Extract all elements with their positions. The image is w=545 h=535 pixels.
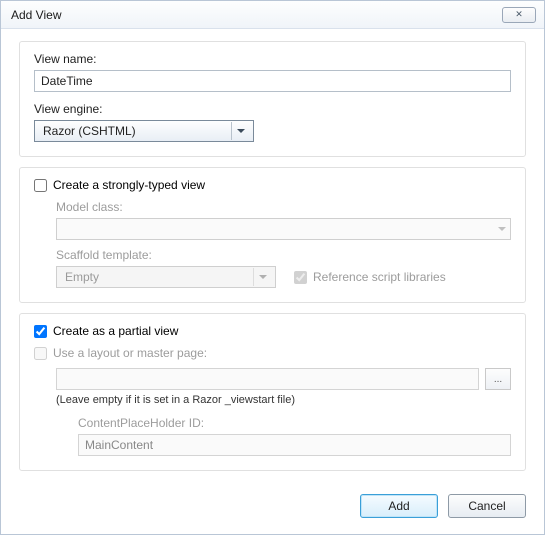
use-layout-row: Use a layout or master page:	[34, 346, 511, 360]
chevron-down-icon	[498, 227, 506, 231]
layout-section: ... (Leave empty if it is set in a Razor…	[56, 368, 511, 456]
cancel-button[interactable]: Cancel	[448, 494, 526, 518]
content-area: View name: View engine: Razor (CSHTML) C…	[1, 29, 544, 484]
add-button[interactable]: Add	[360, 494, 438, 518]
model-class-select	[56, 218, 511, 240]
use-layout-checkbox	[34, 347, 47, 360]
dialog-window: Add View ✕ View name: View engine: Razor…	[0, 0, 545, 535]
strongly-typed-label: Create a strongly-typed view	[53, 178, 205, 192]
scaffold-template-select: Empty	[56, 266, 276, 288]
strongly-typed-checkbox[interactable]	[34, 179, 47, 192]
view-name-input[interactable]	[34, 70, 511, 92]
dialog-buttons: Add Cancel	[1, 484, 544, 534]
partial-layout-group: Create as a partial view Use a layout or…	[19, 313, 526, 471]
view-engine-value: Razor (CSHTML)	[43, 124, 136, 138]
dropdown-button	[231, 122, 249, 140]
partial-view-row[interactable]: Create as a partial view	[34, 324, 511, 338]
reference-scripts-label: Reference script libraries	[313, 270, 446, 284]
reference-scripts-row: Reference script libraries	[294, 270, 446, 284]
model-class-label: Model class:	[56, 200, 511, 214]
partial-view-checkbox[interactable]	[34, 325, 47, 338]
scaffold-template-value: Empty	[65, 270, 99, 284]
layout-path-input	[56, 368, 479, 390]
placeholder-id-label: ContentPlaceHolder ID:	[78, 416, 511, 430]
window-title: Add View	[11, 8, 61, 22]
reference-scripts-checkbox	[294, 271, 307, 284]
chevron-down-icon	[237, 129, 245, 133]
view-engine-select[interactable]: Razor (CSHTML)	[34, 120, 254, 142]
strongly-typed-row[interactable]: Create a strongly-typed view	[34, 178, 511, 192]
partial-view-label: Create as a partial view	[53, 324, 178, 338]
ellipsis-icon: ...	[494, 374, 502, 385]
titlebar: Add View ✕	[1, 1, 544, 29]
chevron-down-icon	[259, 275, 267, 279]
model-section: Model class: Scaffold template: Empty	[56, 200, 511, 288]
use-layout-label: Use a layout or master page:	[53, 346, 207, 360]
close-icon: ✕	[515, 9, 523, 20]
layout-hint: (Leave empty if it is set in a Razor _vi…	[56, 394, 511, 406]
placeholder-id-input	[78, 434, 511, 456]
view-engine-label: View engine:	[34, 102, 511, 116]
browse-button: ...	[485, 368, 511, 390]
scaffold-template-label: Scaffold template:	[56, 248, 511, 262]
dropdown-button	[253, 268, 271, 286]
view-name-group: View name: View engine: Razor (CSHTML)	[19, 41, 526, 157]
view-name-label: View name:	[34, 52, 511, 66]
strongly-typed-group: Create a strongly-typed view Model class…	[19, 167, 526, 303]
placeholder-section: ContentPlaceHolder ID:	[78, 416, 511, 456]
close-button[interactable]: ✕	[502, 7, 536, 23]
